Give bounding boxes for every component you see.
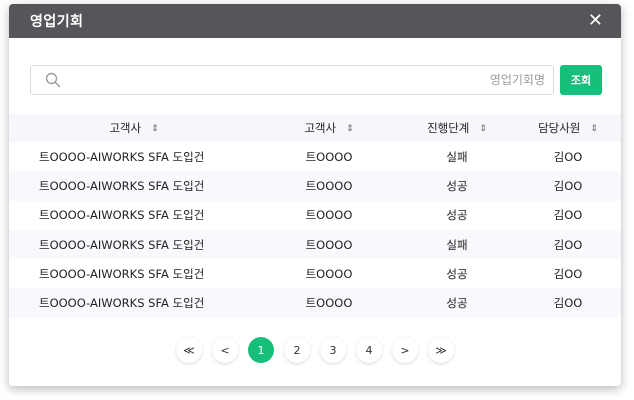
cell-stage: 성공 <box>399 171 515 201</box>
column-header-label: 담당사원 <box>538 121 581 135</box>
cell-customer: 트OOOO <box>259 171 399 201</box>
column-header-owner[interactable]: 담당사원 ⇕ <box>515 114 621 142</box>
cell-stage: 성공 <box>446 208 468 223</box>
last-page-button[interactable]: ≫ <box>428 337 454 363</box>
cell-customer: 트OOOO <box>259 229 399 260</box>
column-header-label: 진행단계 <box>427 121 470 135</box>
cell-customer: 트OOOO <box>259 288 399 318</box>
modal-header: 영업기회 ✕ <box>9 4 621 38</box>
modal-title: 영업기회 <box>30 14 84 30</box>
search-button[interactable]: 조회 <box>560 65 602 95</box>
table-row[interactable]: 트OOOO-AIWORKS SFA 도입건 트OOOO 실패 김OO <box>9 229 621 260</box>
sort-icon[interactable]: ⇕ <box>590 124 598 134</box>
page-button-2[interactable]: 2 <box>284 337 310 363</box>
cell-opportunity: 트OOOO-AIWORKS SFA 도입건 <box>39 266 205 281</box>
column-header-stage[interactable]: 진행단계 ⇕ <box>399 114 515 142</box>
search-icon <box>45 72 61 88</box>
cell-opportunity: 트OOOO-AIWORKS SFA 도입건 <box>9 288 259 318</box>
cell-owner: 김OO <box>553 149 583 164</box>
column-header-label: 고객사 <box>304 121 337 135</box>
sort-icon[interactable]: ⇕ <box>479 124 487 134</box>
search-row: 조회 <box>30 65 602 95</box>
column-header-customer[interactable]: 고객사 ⇕ <box>259 114 399 142</box>
table-row[interactable]: 트OOOO-AIWORKS SFA 도입건 트OOOO 성공 김OO <box>9 201 621 230</box>
cell-owner: 김OO <box>515 229 621 260</box>
table-row[interactable]: 트OOOO-AIWORKS SFA 도입건 트OOOO 성공 김OO <box>9 259 621 288</box>
pagination: ≪ < 1 2 3 4 > ≫ <box>9 336 621 364</box>
column-header-label: 고객사 <box>109 121 142 135</box>
close-icon[interactable]: ✕ <box>588 12 603 30</box>
column-header-opportunity[interactable]: 고객사 ⇕ <box>9 114 259 142</box>
cell-stage: 실패 <box>446 149 468 164</box>
cell-stage: 성공 <box>399 288 515 318</box>
page-button-3[interactable]: 3 <box>320 337 346 363</box>
opportunity-table: 고객사 ⇕ 고객사 ⇕ 진행단계 ⇕ 담당사원 ⇕ 트OOOO-AIWORKS SFA … <box>9 114 621 318</box>
prev-page-button[interactable]: < <box>212 337 238 363</box>
first-page-button[interactable]: ≪ <box>176 337 202 363</box>
cell-opportunity: 트OOOO-AIWORKS SFA 도입건 <box>9 229 259 260</box>
next-page-button[interactable]: > <box>392 337 418 363</box>
modal-dialog: 영업기회 ✕ 조회 고객사 ⇕ 고객사 ⇕ 진행단계 ⇕ 담당사원 ⇕ 트OOOO-AI… <box>9 4 621 386</box>
cell-opportunity: 트OOOO-AIWORKS SFA 도입건 <box>9 171 259 201</box>
search-box[interactable] <box>30 65 554 95</box>
cell-owner: 김OO <box>515 171 621 201</box>
cell-opportunity: 트OOOO-AIWORKS SFA 도입건 <box>39 149 205 164</box>
table-header-row: 고객사 ⇕ 고객사 ⇕ 진행단계 ⇕ 담당사원 ⇕ <box>9 114 621 142</box>
cell-customer: 트OOOO <box>305 149 353 164</box>
cell-customer: 트OOOO <box>305 208 353 223</box>
cell-opportunity: 트OOOO-AIWORKS SFA 도입건 <box>39 208 205 223</box>
cell-stage: 실패 <box>399 229 515 260</box>
page-button-4[interactable]: 4 <box>356 337 382 363</box>
table-row[interactable]: 트OOOO-AIWORKS SFA 도입건 트OOOO 실패 김OO <box>9 142 621 171</box>
search-input[interactable] <box>61 67 545 93</box>
page-button-1[interactable]: 1 <box>248 337 274 363</box>
table-row[interactable]: 트OOOO-AIWORKS SFA 도입건 트OOOO 성공 김OO <box>9 288 621 318</box>
table-row[interactable]: 트OOOO-AIWORKS SFA 도입건 트OOOO 성공 김OO <box>9 171 621 201</box>
cell-owner: 김OO <box>553 208 583 223</box>
cell-owner: 김OO <box>553 266 583 281</box>
cell-stage: 성공 <box>446 266 468 281</box>
sort-icon[interactable]: ⇕ <box>346 124 354 134</box>
cell-customer: 트OOOO <box>305 266 353 281</box>
sort-icon[interactable]: ⇕ <box>151 124 159 134</box>
cell-owner: 김OO <box>515 288 621 318</box>
